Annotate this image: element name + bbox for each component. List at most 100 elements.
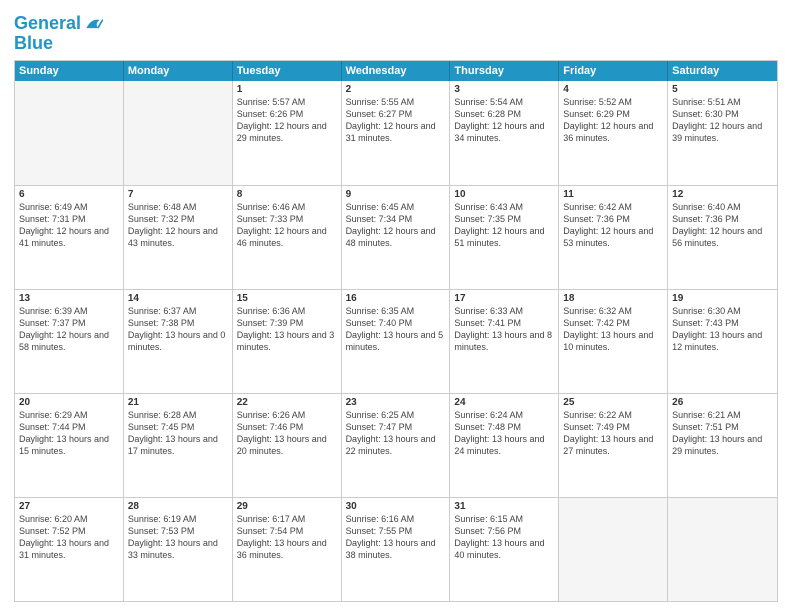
day-info: Sunrise: 6:30 AMSunset: 7:43 PMDaylight:… xyxy=(672,305,773,354)
day-number: 7 xyxy=(128,189,228,200)
day-number: 24 xyxy=(454,397,554,408)
day-number: 30 xyxy=(346,501,446,512)
calendar-cell: 13Sunrise: 6:39 AMSunset: 7:37 PMDayligh… xyxy=(15,290,124,393)
calendar-week-row: 27Sunrise: 6:20 AMSunset: 7:52 PMDayligh… xyxy=(15,497,777,601)
page: General Blue SundayMondayTuesdayWednesda… xyxy=(0,0,792,612)
day-info: Sunrise: 6:43 AMSunset: 7:35 PMDaylight:… xyxy=(454,201,554,250)
calendar-cell: 9Sunrise: 6:45 AMSunset: 7:34 PMDaylight… xyxy=(342,186,451,289)
day-number: 14 xyxy=(128,293,228,304)
logo-icon xyxy=(83,14,103,34)
day-info: Sunrise: 6:25 AMSunset: 7:47 PMDaylight:… xyxy=(346,409,446,458)
day-info: Sunrise: 6:37 AMSunset: 7:38 PMDaylight:… xyxy=(128,305,228,354)
calendar-header-day: Wednesday xyxy=(342,61,451,81)
day-number: 1 xyxy=(237,84,337,95)
calendar-cell: 11Sunrise: 6:42 AMSunset: 7:36 PMDayligh… xyxy=(559,186,668,289)
day-number: 15 xyxy=(237,293,337,304)
day-number: 27 xyxy=(19,501,119,512)
day-info: Sunrise: 6:40 AMSunset: 7:36 PMDaylight:… xyxy=(672,201,773,250)
day-number: 25 xyxy=(563,397,663,408)
day-info: Sunrise: 6:39 AMSunset: 7:37 PMDaylight:… xyxy=(19,305,119,354)
day-info: Sunrise: 6:46 AMSunset: 7:33 PMDaylight:… xyxy=(237,201,337,250)
calendar-cell: 8Sunrise: 6:46 AMSunset: 7:33 PMDaylight… xyxy=(233,186,342,289)
calendar-cell: 27Sunrise: 6:20 AMSunset: 7:52 PMDayligh… xyxy=(15,498,124,601)
calendar-header-day: Monday xyxy=(124,61,233,81)
day-number: 4 xyxy=(563,84,663,95)
day-info: Sunrise: 6:33 AMSunset: 7:41 PMDaylight:… xyxy=(454,305,554,354)
day-number: 19 xyxy=(672,293,773,304)
day-info: Sunrise: 6:32 AMSunset: 7:42 PMDaylight:… xyxy=(563,305,663,354)
day-info: Sunrise: 6:35 AMSunset: 7:40 PMDaylight:… xyxy=(346,305,446,354)
calendar: SundayMondayTuesdayWednesdayThursdayFrid… xyxy=(14,60,778,602)
day-info: Sunrise: 6:15 AMSunset: 7:56 PMDaylight:… xyxy=(454,513,554,562)
day-info: Sunrise: 6:26 AMSunset: 7:46 PMDaylight:… xyxy=(237,409,337,458)
day-info: Sunrise: 6:42 AMSunset: 7:36 PMDaylight:… xyxy=(563,201,663,250)
calendar-cell xyxy=(559,498,668,601)
day-number: 16 xyxy=(346,293,446,304)
day-info: Sunrise: 6:49 AMSunset: 7:31 PMDaylight:… xyxy=(19,201,119,250)
day-info: Sunrise: 5:54 AMSunset: 6:28 PMDaylight:… xyxy=(454,96,554,145)
day-info: Sunrise: 6:22 AMSunset: 7:49 PMDaylight:… xyxy=(563,409,663,458)
day-number: 20 xyxy=(19,397,119,408)
day-number: 2 xyxy=(346,84,446,95)
day-info: Sunrise: 5:57 AMSunset: 6:26 PMDaylight:… xyxy=(237,96,337,145)
calendar-header-day: Sunday xyxy=(15,61,124,81)
calendar-cell: 15Sunrise: 6:36 AMSunset: 7:39 PMDayligh… xyxy=(233,290,342,393)
calendar-week-row: 1Sunrise: 5:57 AMSunset: 6:26 PMDaylight… xyxy=(15,81,777,185)
calendar-cell: 26Sunrise: 6:21 AMSunset: 7:51 PMDayligh… xyxy=(668,394,777,497)
calendar-cell: 6Sunrise: 6:49 AMSunset: 7:31 PMDaylight… xyxy=(15,186,124,289)
logo-text: General xyxy=(14,14,81,34)
logo-blue: Blue xyxy=(14,34,103,54)
day-info: Sunrise: 6:48 AMSunset: 7:32 PMDaylight:… xyxy=(128,201,228,250)
calendar-cell: 10Sunrise: 6:43 AMSunset: 7:35 PMDayligh… xyxy=(450,186,559,289)
calendar-cell xyxy=(15,81,124,185)
day-info: Sunrise: 6:36 AMSunset: 7:39 PMDaylight:… xyxy=(237,305,337,354)
calendar-cell: 29Sunrise: 6:17 AMSunset: 7:54 PMDayligh… xyxy=(233,498,342,601)
calendar-body: 1Sunrise: 5:57 AMSunset: 6:26 PMDaylight… xyxy=(15,81,777,601)
day-info: Sunrise: 6:28 AMSunset: 7:45 PMDaylight:… xyxy=(128,409,228,458)
calendar-cell: 16Sunrise: 6:35 AMSunset: 7:40 PMDayligh… xyxy=(342,290,451,393)
calendar-header-day: Saturday xyxy=(668,61,777,81)
day-number: 29 xyxy=(237,501,337,512)
calendar-cell: 7Sunrise: 6:48 AMSunset: 7:32 PMDaylight… xyxy=(124,186,233,289)
calendar-cell: 5Sunrise: 5:51 AMSunset: 6:30 PMDaylight… xyxy=(668,81,777,185)
calendar-cell: 28Sunrise: 6:19 AMSunset: 7:53 PMDayligh… xyxy=(124,498,233,601)
calendar-cell: 30Sunrise: 6:16 AMSunset: 7:55 PMDayligh… xyxy=(342,498,451,601)
day-info: Sunrise: 6:19 AMSunset: 7:53 PMDaylight:… xyxy=(128,513,228,562)
day-number: 13 xyxy=(19,293,119,304)
calendar-cell: 14Sunrise: 6:37 AMSunset: 7:38 PMDayligh… xyxy=(124,290,233,393)
calendar-week-row: 13Sunrise: 6:39 AMSunset: 7:37 PMDayligh… xyxy=(15,289,777,393)
day-info: Sunrise: 5:52 AMSunset: 6:29 PMDaylight:… xyxy=(563,96,663,145)
day-number: 21 xyxy=(128,397,228,408)
calendar-cell: 25Sunrise: 6:22 AMSunset: 7:49 PMDayligh… xyxy=(559,394,668,497)
day-number: 28 xyxy=(128,501,228,512)
day-info: Sunrise: 6:20 AMSunset: 7:52 PMDaylight:… xyxy=(19,513,119,562)
day-number: 5 xyxy=(672,84,773,95)
calendar-cell: 1Sunrise: 5:57 AMSunset: 6:26 PMDaylight… xyxy=(233,81,342,185)
calendar-cell: 4Sunrise: 5:52 AMSunset: 6:29 PMDaylight… xyxy=(559,81,668,185)
day-number: 10 xyxy=(454,189,554,200)
logo-general: General xyxy=(14,13,81,33)
calendar-cell xyxy=(124,81,233,185)
calendar-cell: 22Sunrise: 6:26 AMSunset: 7:46 PMDayligh… xyxy=(233,394,342,497)
day-info: Sunrise: 5:55 AMSunset: 6:27 PMDaylight:… xyxy=(346,96,446,145)
day-info: Sunrise: 6:21 AMSunset: 7:51 PMDaylight:… xyxy=(672,409,773,458)
calendar-header: SundayMondayTuesdayWednesdayThursdayFrid… xyxy=(15,61,777,81)
calendar-week-row: 20Sunrise: 6:29 AMSunset: 7:44 PMDayligh… xyxy=(15,393,777,497)
calendar-cell: 19Sunrise: 6:30 AMSunset: 7:43 PMDayligh… xyxy=(668,290,777,393)
day-number: 11 xyxy=(563,189,663,200)
calendar-cell: 18Sunrise: 6:32 AMSunset: 7:42 PMDayligh… xyxy=(559,290,668,393)
day-number: 31 xyxy=(454,501,554,512)
calendar-cell: 2Sunrise: 5:55 AMSunset: 6:27 PMDaylight… xyxy=(342,81,451,185)
calendar-cell: 17Sunrise: 6:33 AMSunset: 7:41 PMDayligh… xyxy=(450,290,559,393)
calendar-cell: 23Sunrise: 6:25 AMSunset: 7:47 PMDayligh… xyxy=(342,394,451,497)
day-info: Sunrise: 6:16 AMSunset: 7:55 PMDaylight:… xyxy=(346,513,446,562)
day-info: Sunrise: 6:24 AMSunset: 7:48 PMDaylight:… xyxy=(454,409,554,458)
calendar-header-day: Tuesday xyxy=(233,61,342,81)
day-number: 22 xyxy=(237,397,337,408)
day-number: 18 xyxy=(563,293,663,304)
day-number: 26 xyxy=(672,397,773,408)
day-info: Sunrise: 6:17 AMSunset: 7:54 PMDaylight:… xyxy=(237,513,337,562)
calendar-header-day: Thursday xyxy=(450,61,559,81)
day-number: 17 xyxy=(454,293,554,304)
day-info: Sunrise: 5:51 AMSunset: 6:30 PMDaylight:… xyxy=(672,96,773,145)
